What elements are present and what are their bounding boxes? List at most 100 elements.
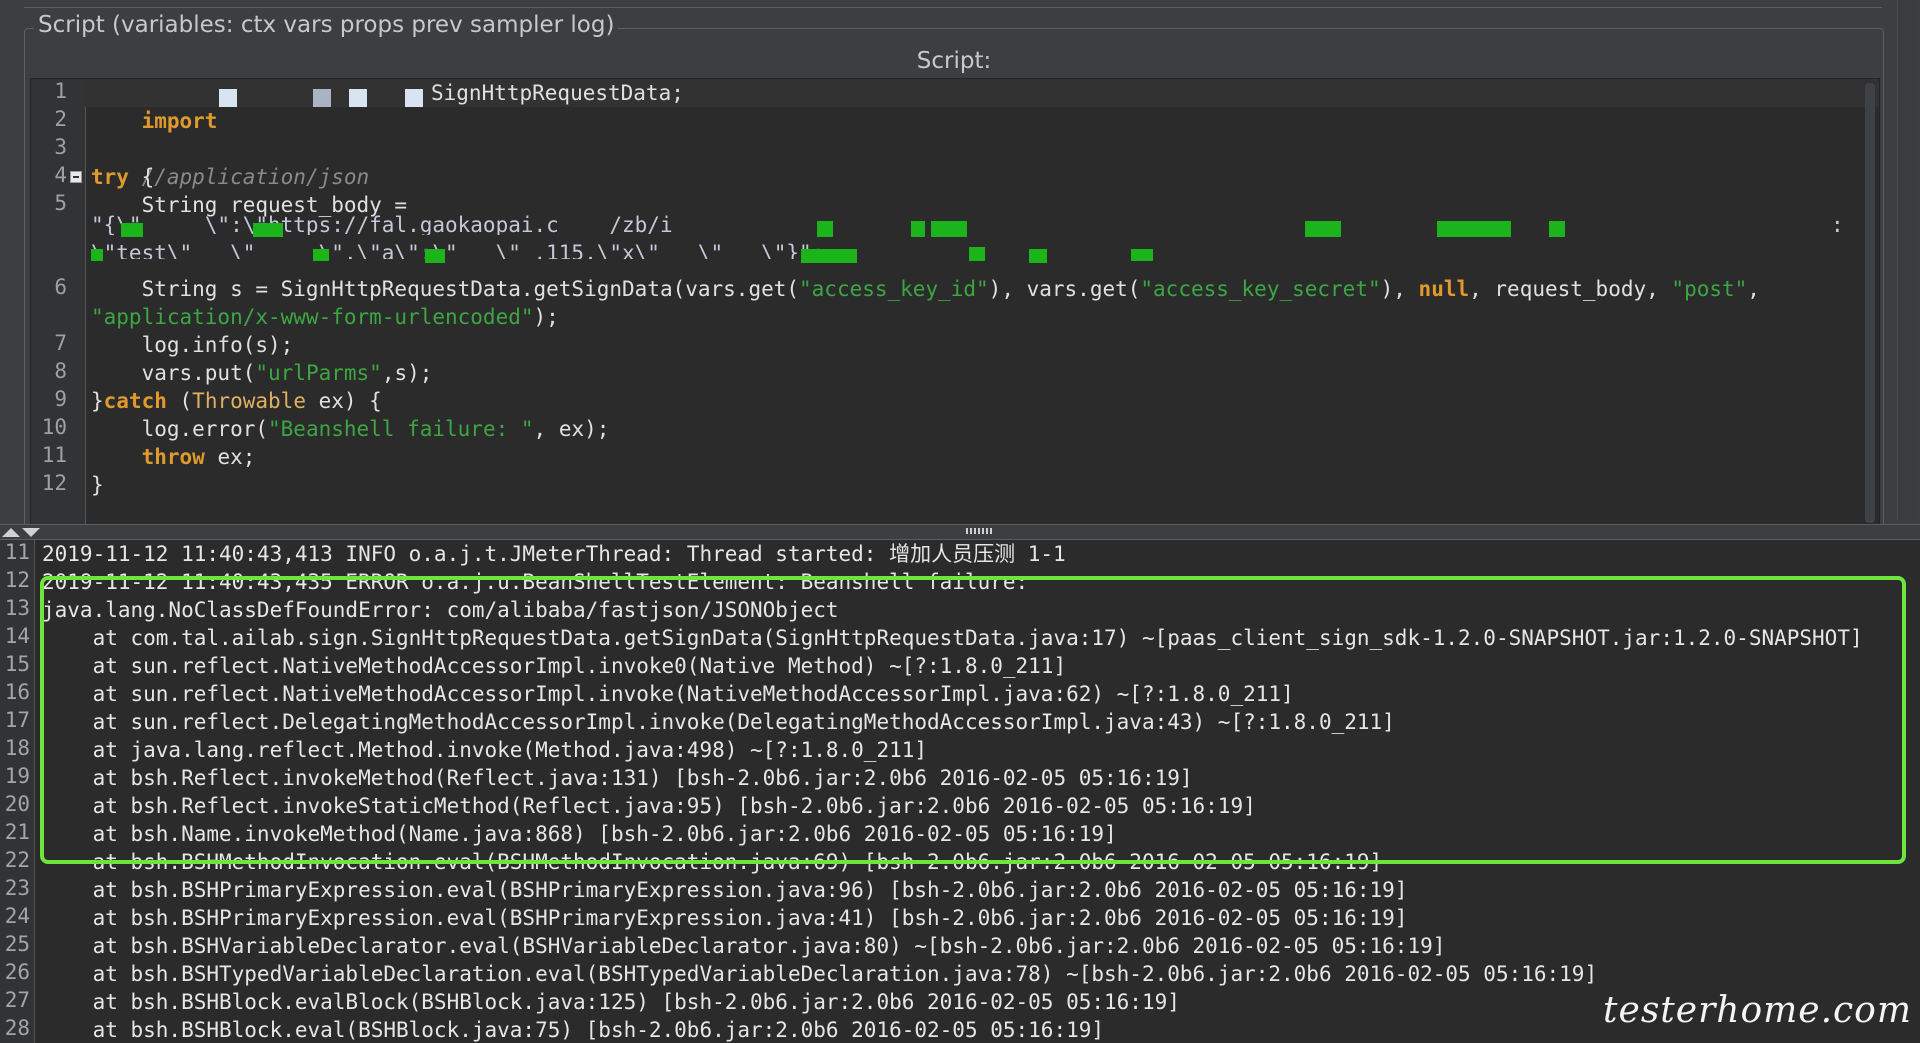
- top-strip: [24, 0, 1882, 8]
- log-line[interactable]: 2019-11-12 11:40:43,413 INFO o.a.j.t.JMe…: [42, 540, 1066, 568]
- console-line-gutter: 11 12 13 14 15 16 17 18 19 20 21 22 23 24 25 26 27 28: [0, 540, 35, 1043]
- redaction-block: [1029, 249, 1047, 263]
- console-line-number: 18: [4, 736, 30, 760]
- code-text: );: [533, 305, 559, 329]
- redaction-block: [1131, 249, 1153, 261]
- code-text: ex;: [204, 445, 256, 469]
- code-text: ex) {: [305, 389, 382, 413]
- redaction-block: [313, 249, 329, 261]
- log-line[interactable]: at bsh.BSHBlock.eval(BSHBlock.java:75) […: [42, 1016, 1104, 1043]
- code-line-3[interactable]: //application/json: [91, 135, 370, 189]
- code-line-11[interactable]: throw ex;: [91, 443, 256, 471]
- expand-up-arrow-icon[interactable]: [2, 528, 20, 537]
- redacted-json-text-2: \"test\" \" \",\"a\":\" \" .115,\"x\" \"…: [91, 241, 825, 259]
- import-class-name: SignHttpRequestData;: [431, 81, 684, 105]
- line-number: 11: [41, 443, 67, 467]
- collapse-down-arrow-icon[interactable]: [22, 528, 40, 537]
- script-group-title: Script (variables: ctx vars props prev s…: [34, 12, 619, 38]
- line-number: 2: [54, 107, 67, 131]
- console-line-number: 15: [4, 652, 30, 676]
- keyword-catch: catch: [103, 389, 167, 413]
- redaction-block: [969, 247, 985, 261]
- console-line-number: 27: [4, 988, 30, 1012]
- code-text: ), vars.get(: [988, 277, 1141, 301]
- redaction-block: [931, 221, 967, 237]
- console-line-number: 26: [4, 960, 30, 984]
- console-line-number: 17: [4, 708, 30, 732]
- code-text: log.error(: [91, 417, 269, 441]
- redaction-block: [349, 89, 367, 107]
- code-line-6[interactable]: String s = SignHttpRequestData.getSignDa…: [91, 275, 1760, 303]
- script-label: Script:: [916, 48, 992, 74]
- keyword-try: try: [91, 165, 129, 189]
- code-line-12[interactable]: }: [91, 471, 104, 499]
- keyword-throw: throw: [141, 445, 205, 469]
- console-line-number: 25: [4, 932, 30, 956]
- redaction-block: [817, 221, 833, 237]
- console-line-number: 12: [4, 568, 30, 592]
- string-literal: "access_key_id": [799, 277, 989, 301]
- console-line-number: 19: [4, 764, 30, 788]
- code-line-8[interactable]: vars.put("urlParms",s);: [91, 359, 433, 387]
- line-number: 3: [54, 135, 67, 159]
- code-text: String s = SignHttpRequestData.getSignDa…: [91, 277, 800, 301]
- log-line[interactable]: at bsh.BSHPrimaryExpression.eval(BSHPrim…: [42, 876, 1408, 904]
- log-line[interactable]: at bsh.BSHTypedVariableDeclaration.eval(…: [42, 960, 1598, 988]
- redaction-block: [405, 89, 423, 107]
- string-literal: "Beanshell failure: ": [268, 417, 534, 441]
- code-line-1[interactable]: import: [91, 79, 218, 133]
- redaction-block: [801, 249, 857, 263]
- redaction-block: [1549, 221, 1565, 237]
- code-line-7[interactable]: log.info(s);: [91, 331, 294, 359]
- code-text: {: [128, 165, 155, 189]
- console-line-number: 28: [4, 1016, 30, 1040]
- redaction-block: [1437, 221, 1511, 237]
- split-pane-divider[interactable]: [0, 524, 1920, 540]
- keyword-import: import: [141, 109, 218, 133]
- log-line[interactable]: at bsh.BSHBlock.evalBlock(BSHBlock.java:…: [42, 988, 1180, 1016]
- line-number: 6: [54, 275, 67, 299]
- code-text: ),: [1380, 277, 1419, 301]
- string-literal: "post": [1671, 277, 1748, 301]
- line-number: 1: [54, 79, 67, 103]
- log-console[interactable]: 11 12 13 14 15 16 17 18 19 20 21 22 23 24 25 26 27 28 201…: [0, 540, 1920, 1043]
- code-text: ,s);: [381, 361, 433, 385]
- script-editor[interactable]: 1 2 3 4 5 6 7 8 9 10 11 12 import SignHt…: [30, 78, 1880, 528]
- redaction-block: [911, 221, 925, 237]
- code-line-4[interactable]: try {: [91, 163, 154, 191]
- console-line-number: 21: [4, 820, 30, 844]
- redaction-block: [219, 89, 237, 107]
- editor-line-gutter: 1 2 3 4 5 6 7 8 9 10 11 12: [31, 79, 86, 527]
- editor-vertical-scrollbar[interactable]: [1865, 83, 1875, 523]
- line-number: 12: [41, 471, 67, 495]
- redaction-block: [91, 249, 103, 261]
- code-text: ,: [1747, 277, 1760, 301]
- redaction-block: [253, 223, 283, 237]
- console-line-number: 24: [4, 904, 30, 928]
- comment: //application/json: [141, 165, 370, 189]
- log-line[interactable]: at bsh.BSHPrimaryExpression.eval(BSHPrim…: [42, 904, 1408, 932]
- fold-collapse-icon[interactable]: [70, 171, 82, 183]
- line-number: 5: [54, 191, 67, 215]
- code-text: , request_body,: [1469, 277, 1672, 301]
- console-line-number: 13: [4, 596, 30, 620]
- code-text: (: [166, 389, 193, 413]
- code-line-6-wrap[interactable]: "application/x-www-form-urlencoded");: [91, 303, 559, 331]
- line-number: 8: [54, 359, 67, 383]
- log-line[interactable]: at bsh.BSHVariableDeclarator.eval(BSHVar…: [42, 932, 1446, 960]
- console-line-number: 11: [4, 540, 30, 564]
- panel-vertical-scrollbar[interactable]: [1897, 0, 1918, 520]
- error-highlight-box: [40, 576, 1906, 864]
- code-line-10[interactable]: log.error("Beanshell failure: ", ex);: [91, 415, 610, 443]
- code-text: vars.put(: [91, 361, 256, 385]
- line-number: 10: [41, 415, 67, 439]
- code-text: , ex);: [533, 417, 610, 441]
- code-line-9[interactable]: }catch (Throwable ex) {: [91, 387, 382, 415]
- redaction-block: [313, 89, 331, 107]
- drag-grip-icon[interactable]: [966, 528, 994, 534]
- console-line-number: 20: [4, 792, 30, 816]
- redaction-block: [425, 249, 445, 263]
- console-line-number: 22: [4, 848, 30, 872]
- redacted-json-text-1-end: :: [1831, 213, 1844, 235]
- class-name: Throwable: [192, 389, 306, 413]
